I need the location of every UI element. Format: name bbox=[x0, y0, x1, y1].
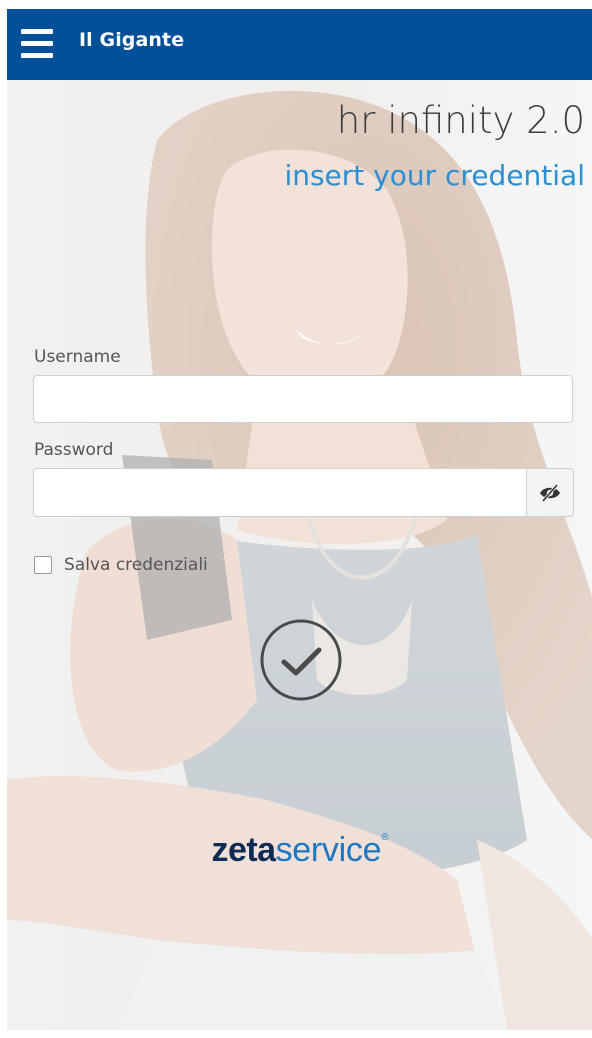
app-screen: Il Gigante hr infinity 2.0 insert your c… bbox=[7, 9, 592, 1030]
login-page: Il Gigante hr infinity 2.0 insert your c… bbox=[0, 0, 592, 1038]
hamburger-menu-icon[interactable] bbox=[21, 26, 53, 62]
zetaservice-logo: zetaservice® bbox=[211, 831, 389, 869]
top-app-bar: Il Gigante bbox=[7, 9, 592, 80]
username-input[interactable] bbox=[33, 375, 573, 423]
check-circle-icon bbox=[260, 619, 342, 701]
login-submit-button[interactable] bbox=[259, 618, 343, 702]
app-title: Il Gigante bbox=[79, 29, 185, 51]
eye-slash-icon bbox=[540, 483, 560, 502]
remember-label: Salva credenziali bbox=[64, 555, 208, 575]
login-subtitle: insert your credential bbox=[284, 159, 585, 192]
show-password-button[interactable] bbox=[526, 468, 574, 517]
password-field-group bbox=[33, 468, 574, 517]
password-input[interactable] bbox=[33, 468, 527, 517]
remember-checkbox[interactable] bbox=[34, 556, 52, 574]
username-label: Username bbox=[34, 347, 121, 367]
password-label: Password bbox=[34, 440, 114, 460]
remember-credentials-option[interactable]: Salva credenziali bbox=[34, 555, 208, 575]
product-title: hr infinity 2.0 bbox=[336, 99, 585, 142]
